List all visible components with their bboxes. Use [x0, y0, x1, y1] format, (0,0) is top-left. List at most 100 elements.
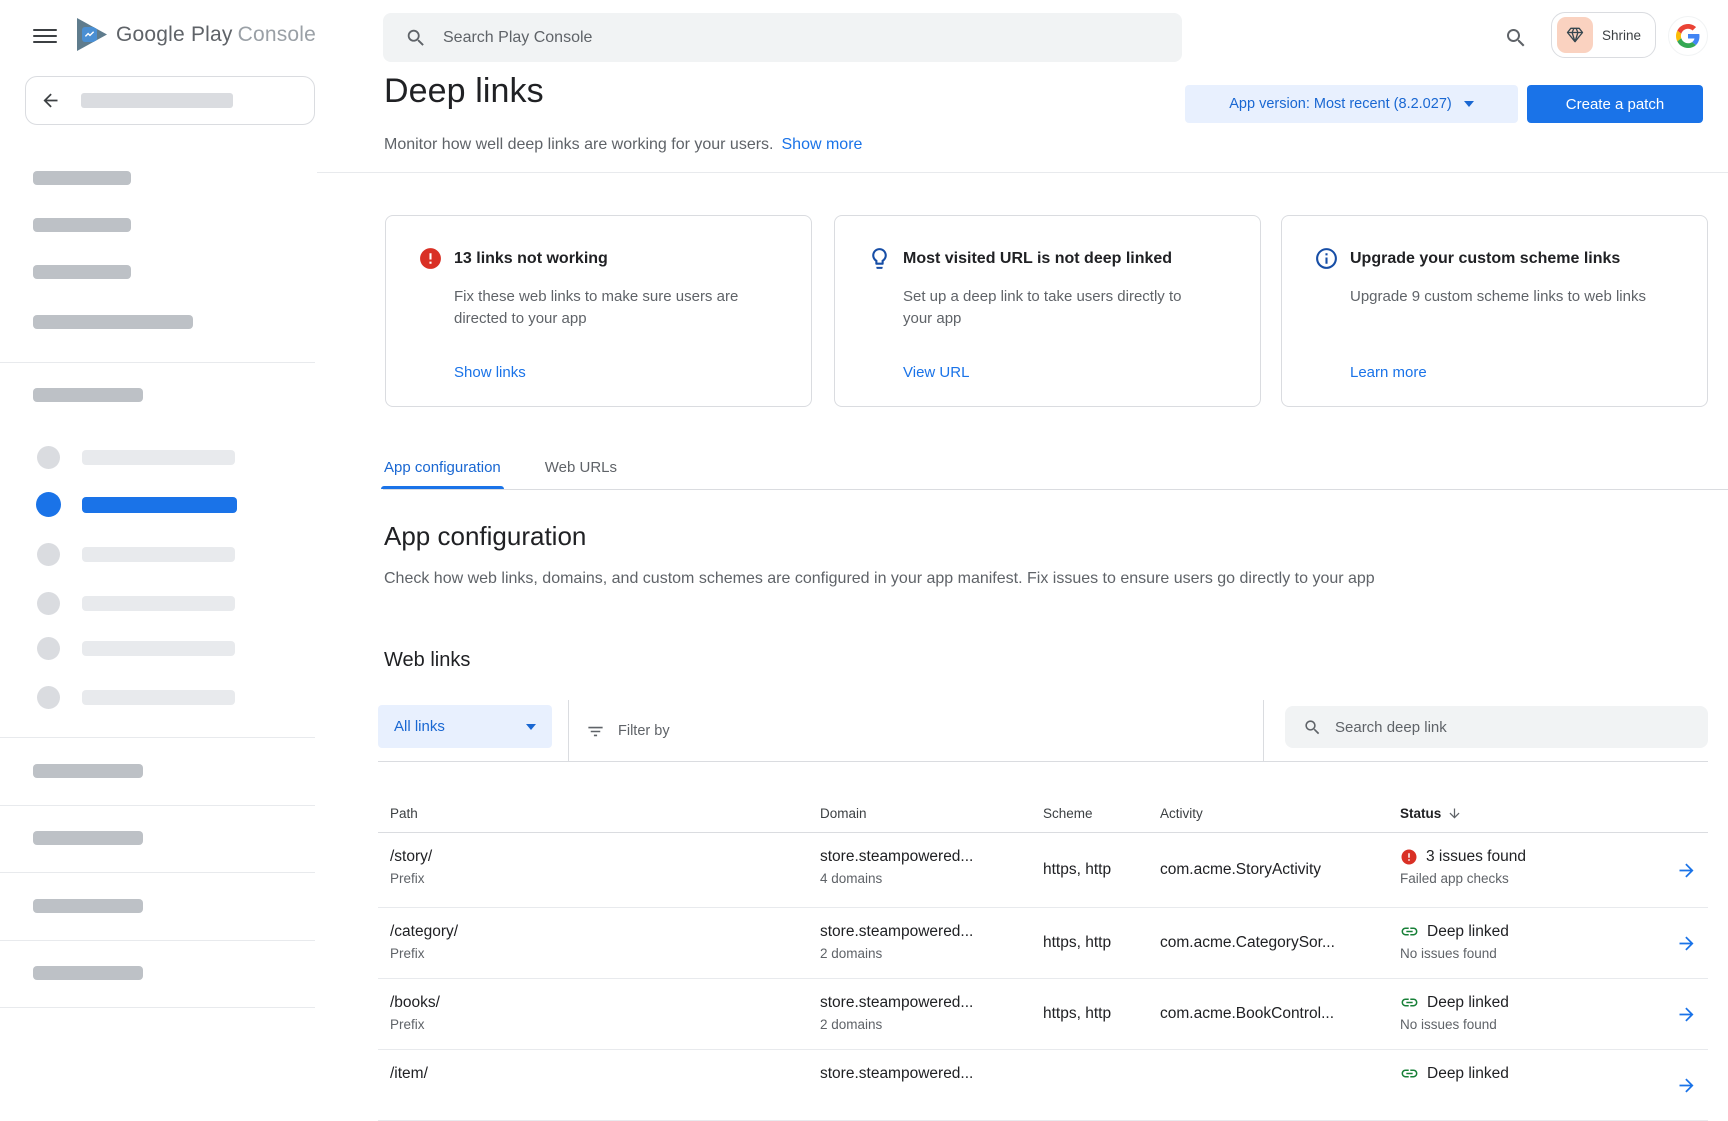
search-button[interactable]: [1500, 22, 1532, 54]
tabs-divider: [383, 489, 1728, 490]
section-description: Check how web links, domains, and custom…: [384, 570, 1375, 588]
shrine-app-icon: [1557, 17, 1593, 53]
table-row[interactable]: /category/ Prefix store.steampowered... …: [378, 908, 1708, 979]
tab-app-configuration[interactable]: App configuration: [384, 459, 501, 489]
table-row[interactable]: /story/ Prefix store.steampowered... 4 d…: [378, 833, 1708, 908]
play-logo-icon: [77, 18, 107, 51]
scheme-value: https, http: [1043, 979, 1160, 1049]
deep-link-search-input[interactable]: [1335, 719, 1655, 736]
deep-link-icon: [1400, 922, 1419, 941]
column-header-status-sort[interactable]: Status: [1400, 795, 1664, 832]
view-url-link[interactable]: View URL: [903, 364, 969, 381]
path-value: /books/: [390, 992, 820, 1013]
column-header-domain: Domain: [820, 795, 1043, 832]
sidebar-skeleton-circle: [37, 686, 60, 709]
tab-web-urls[interactable]: Web URLs: [545, 459, 617, 489]
card-body: Upgrade 9 custom scheme links to web lin…: [1350, 286, 1646, 308]
path-type: Prefix: [390, 871, 820, 886]
chevron-down-icon: [1464, 101, 1474, 107]
info-icon: [1314, 246, 1339, 271]
domain-value: store.steampowered...: [820, 846, 1043, 867]
show-links-link[interactable]: Show links: [454, 364, 526, 381]
web-links-filter-bar: All links Filter by: [378, 700, 1708, 762]
app-version-dropdown[interactable]: App version: Most recent (8.2.027): [1185, 85, 1518, 123]
open-row-arrow-icon[interactable]: [1676, 860, 1697, 881]
sidebar-skeleton-circle: [37, 543, 60, 566]
sidebar-skeleton-bar: [82, 690, 235, 705]
sidebar-skeleton-circle: [37, 637, 60, 660]
page-title: Deep links: [384, 72, 544, 111]
sidebar-divider: [0, 1007, 315, 1008]
card-title: Most visited URL is not deep linked: [903, 250, 1172, 268]
open-row-arrow-icon[interactable]: [1676, 1075, 1697, 1096]
google-account-avatar[interactable]: [1668, 16, 1708, 56]
filter-divider: [568, 700, 569, 762]
status-value: 3 issues found: [1426, 846, 1526, 867]
table-row[interactable]: /books/ Prefix store.steampowered... 2 d…: [378, 979, 1708, 1050]
status-value: Deep linked: [1427, 921, 1509, 942]
sidebar-skeleton-bar: [33, 764, 143, 778]
chevron-down-icon: [526, 724, 536, 730]
error-icon: [1400, 848, 1418, 866]
sidebar-skeleton-bar: [33, 831, 143, 845]
card-title: Upgrade your custom scheme links: [1350, 250, 1620, 268]
status-value: Deep linked: [1427, 1063, 1509, 1084]
play-console-logo[interactable]: Google PlayConsole: [77, 18, 316, 51]
links-filter-dropdown[interactable]: All links: [378, 705, 552, 748]
table-header-row: Path Domain Scheme Activity Status: [378, 795, 1708, 833]
notice-card-most-visited-url: Most visited URL is not deep linked Set …: [834, 215, 1261, 407]
card-body: Set up a deep link to take users directl…: [903, 286, 1209, 330]
filter-divider: [1263, 700, 1264, 762]
error-icon: [418, 246, 443, 271]
sidebar-skeleton-bar: [82, 641, 235, 656]
global-search-bar[interactable]: [383, 13, 1182, 62]
app-switcher-shrine[interactable]: Shrine: [1551, 12, 1656, 58]
filter-by-button[interactable]: Filter by: [586, 700, 670, 762]
app-version-label: App version: Most recent (8.2.027): [1229, 96, 1451, 112]
sidebar-skeleton-circle: [37, 592, 60, 615]
learn-more-link[interactable]: Learn more: [1350, 364, 1427, 381]
back-navigation[interactable]: [25, 76, 315, 125]
path-value: /story/: [390, 846, 820, 867]
sidebar-skeleton-bar: [82, 596, 235, 611]
open-row-arrow-icon[interactable]: [1676, 933, 1697, 954]
scheme-value: https, http: [1043, 833, 1160, 907]
path-type: Prefix: [390, 1017, 820, 1032]
activity-value: com.acme.StoryActivity: [1160, 833, 1400, 907]
domain-count: 2 domains: [820, 1017, 1043, 1032]
show-more-link[interactable]: Show more: [782, 136, 863, 153]
notice-card-links-not-working: 13 links not working Fix these web links…: [385, 215, 812, 407]
sidebar-skeleton-bar: [33, 171, 131, 185]
sidebar-skeleton-bar: [82, 450, 235, 465]
header-divider: [317, 172, 1728, 173]
domain-count: 2 domains: [820, 946, 1043, 961]
status-value: Deep linked: [1427, 992, 1509, 1013]
path-value: /item/: [390, 1063, 820, 1084]
sidebar-skeleton-bar: [81, 93, 233, 108]
sidebar-skeleton-bar: [33, 315, 193, 329]
table-row[interactable]: /item/ store.steampowered... Deep linked: [378, 1050, 1708, 1121]
sidebar-skeleton-bar: [82, 547, 235, 562]
diamond-icon: [1565, 25, 1585, 45]
sidebar-skeleton-bar: [33, 265, 131, 279]
filter-icon: [586, 722, 605, 741]
column-header-scheme: Scheme: [1043, 795, 1160, 832]
path-type: Prefix: [390, 946, 820, 961]
create-patch-button[interactable]: Create a patch: [1527, 85, 1703, 123]
lightbulb-icon: [867, 246, 892, 271]
sidebar-skeleton-bar: [33, 218, 131, 232]
sort-descending-icon: [1447, 806, 1462, 821]
sidebar-skeleton-bar: [33, 966, 143, 980]
menu-icon[interactable]: [33, 25, 57, 47]
app-switcher-label: Shrine: [1602, 28, 1641, 43]
status-detail: Failed app checks: [1400, 871, 1664, 886]
global-search-input[interactable]: [443, 29, 1065, 47]
open-row-arrow-icon[interactable]: [1676, 1004, 1697, 1025]
scheme-value: https, http: [1043, 908, 1160, 978]
search-icon: [405, 27, 427, 49]
sidebar-skeleton-circle: [37, 446, 60, 469]
section-title: App configuration: [384, 521, 586, 552]
sidebar: Google PlayConsole: [0, 0, 317, 1080]
column-header-path: Path: [378, 795, 820, 832]
deep-link-search-bar[interactable]: [1285, 706, 1708, 748]
